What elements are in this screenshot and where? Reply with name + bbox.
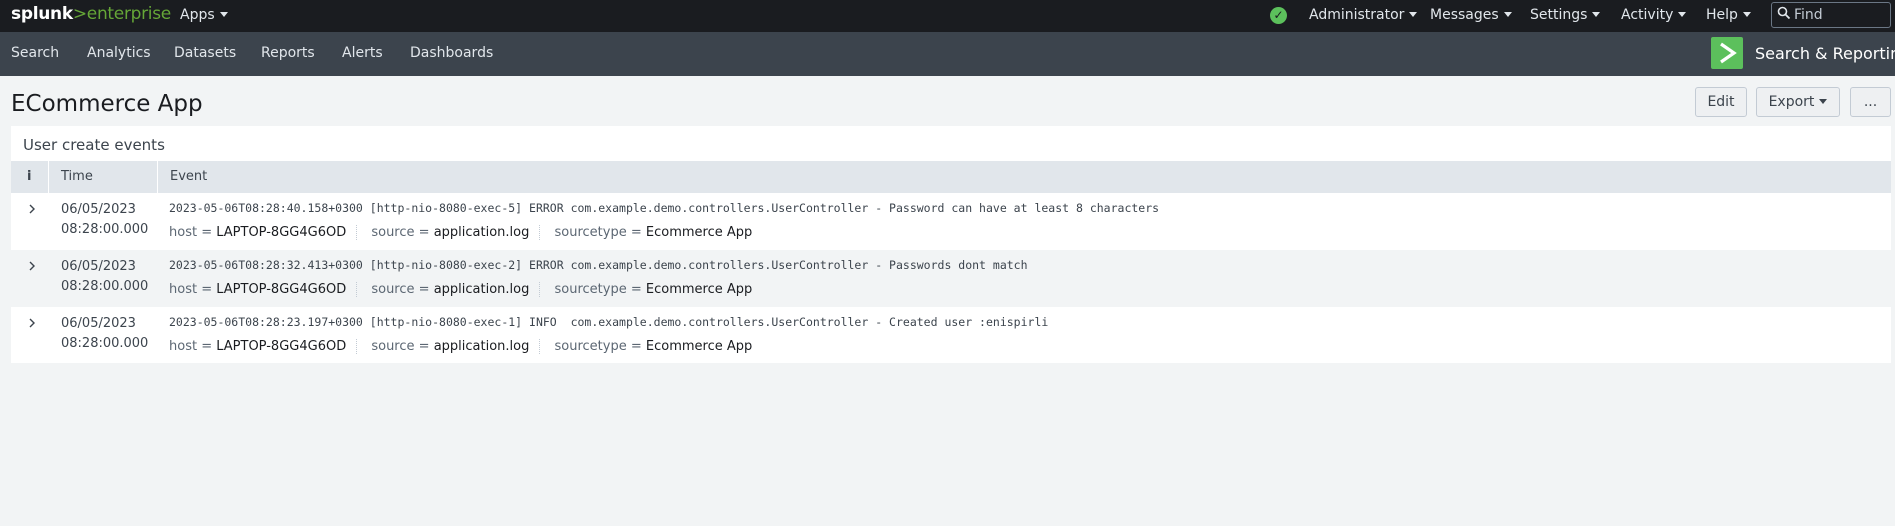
- nav-analytics[interactable]: Analytics: [87, 45, 151, 61]
- logo-brand: splunk: [11, 4, 73, 24]
- app-icon[interactable]: [1711, 37, 1743, 69]
- event-date: 06/05/2023: [61, 259, 136, 274]
- column-divider: [48, 161, 49, 193]
- splunk-logo[interactable]: splunk>enterprise: [11, 4, 171, 24]
- info-column-header: i: [27, 169, 32, 184]
- event-clock: 08:28:00.000: [61, 279, 149, 294]
- event-fields: host = LAPTOP-8GG4G6OD source = applicat…: [169, 225, 772, 240]
- sourcetype-field-label: sourcetype =: [554, 282, 642, 297]
- host-field-label: host =: [169, 282, 213, 297]
- sourcetype-field: sourcetype = Ecommerce App: [555, 225, 763, 240]
- apps-menu-label: Apps: [180, 7, 215, 23]
- host-field-label: host =: [169, 225, 213, 240]
- table-row: 06/05/2023 08:28:00.000 2023-05-06T08:28:…: [11, 307, 1891, 364]
- activity-menu[interactable]: Activity: [1621, 7, 1687, 23]
- source-field-value[interactable]: application.log: [434, 282, 530, 297]
- nav-dashboards[interactable]: Dashboards: [410, 45, 493, 61]
- source-field-label: source =: [371, 282, 430, 297]
- health-status-icon[interactable]: ✓: [1270, 7, 1287, 24]
- nav-datasets[interactable]: Datasets: [174, 45, 236, 61]
- table-row: 06/05/2023 08:28:00.000 2023-05-06T08:28:…: [11, 250, 1891, 307]
- search-icon: [1777, 6, 1791, 20]
- event-fields: host = LAPTOP-8GG4G6OD source = applicat…: [169, 339, 772, 354]
- administrator-menu[interactable]: Administrator: [1309, 7, 1418, 23]
- administrator-menu-label: Administrator: [1309, 7, 1405, 23]
- sourcetype-field-value[interactable]: Ecommerce App: [646, 282, 752, 297]
- chevron-down-icon: [1742, 12, 1751, 17]
- more-actions-button[interactable]: ...: [1850, 87, 1891, 117]
- nav-search[interactable]: Search: [11, 45, 59, 61]
- app-bar: Search Analytics Datasets Reports Alerts…: [0, 32, 1895, 76]
- event-clock: 08:28:00.000: [61, 222, 149, 237]
- source-field-label: source =: [371, 225, 430, 240]
- panel-title: User create events: [23, 136, 165, 154]
- activity-menu-label: Activity: [1621, 7, 1674, 23]
- event-raw-text: 2023-05-06T08:28:23.197+0300 [http-nio-8…: [169, 315, 1049, 329]
- sourcetype-field-value[interactable]: Ecommerce App: [646, 339, 752, 354]
- chevron-down-icon: [1819, 99, 1828, 104]
- expand-row-icon[interactable]: [27, 260, 37, 276]
- nav-alerts[interactable]: Alerts: [342, 45, 383, 61]
- chevron-down-icon: [219, 12, 228, 17]
- events-panel: User create events i Time Event 06/05/20…: [11, 126, 1891, 363]
- host-field: host = LAPTOP-8GG4G6OD: [169, 339, 358, 354]
- host-field: host = LAPTOP-8GG4G6OD: [169, 225, 358, 240]
- host-field-value[interactable]: LAPTOP-8GG4G6OD: [216, 225, 346, 240]
- column-divider: [157, 161, 158, 193]
- event-clock: 08:28:00.000: [61, 336, 149, 351]
- find-box[interactable]: [1771, 2, 1891, 28]
- sourcetype-field-value[interactable]: Ecommerce App: [646, 225, 752, 240]
- chevron-right-icon: [1720, 42, 1737, 64]
- sourcetype-field: sourcetype = Ecommerce App: [555, 282, 763, 297]
- sourcetype-field-label: sourcetype =: [554, 339, 642, 354]
- top-bar: splunk>enterprise Apps ✓ Administrator M…: [0, 0, 1895, 32]
- edit-button[interactable]: Edit: [1695, 87, 1747, 117]
- help-menu-label: Help: [1706, 7, 1738, 23]
- chevron-down-icon: [1592, 12, 1601, 17]
- host-field-label: host =: [169, 339, 213, 354]
- table-header: i Time Event: [11, 161, 1891, 193]
- expand-row-icon[interactable]: [27, 317, 37, 333]
- app-title[interactable]: Search & Reporting: [1755, 44, 1895, 63]
- messages-menu[interactable]: Messages: [1430, 7, 1512, 23]
- event-time[interactable]: 06/05/2023 08:28:00.000: [61, 314, 148, 354]
- host-field-value[interactable]: LAPTOP-8GG4G6OD: [216, 339, 346, 354]
- chevron-down-icon: [1503, 12, 1512, 17]
- table-row: 06/05/2023 08:28:00.000 2023-05-06T08:28:…: [11, 193, 1891, 250]
- source-field-value[interactable]: application.log: [434, 339, 530, 354]
- source-field-value[interactable]: application.log: [434, 225, 530, 240]
- source-field: source = application.log: [371, 339, 541, 354]
- logo-separator: >: [72, 4, 87, 24]
- find-input[interactable]: [1794, 5, 1886, 25]
- expand-row-icon[interactable]: [27, 203, 37, 219]
- settings-menu-label: Settings: [1530, 7, 1588, 23]
- host-field: host = LAPTOP-8GG4G6OD: [169, 282, 358, 297]
- sourcetype-field-label: sourcetype =: [554, 225, 642, 240]
- event-raw-text: 2023-05-06T08:28:40.158+0300 [http-nio-8…: [169, 201, 1160, 215]
- event-column-header: Event: [170, 169, 208, 184]
- export-button[interactable]: Export: [1756, 87, 1840, 117]
- time-column-header[interactable]: Time: [61, 161, 93, 193]
- event-raw-text: 2023-05-06T08:28:32.413+0300 [http-nio-8…: [169, 258, 1028, 272]
- export-button-label: Export: [1768, 94, 1815, 110]
- source-field-label: source =: [371, 339, 430, 354]
- chevron-down-icon: [1409, 12, 1418, 17]
- sourcetype-field: sourcetype = Ecommerce App: [555, 339, 763, 354]
- source-field: source = application.log: [371, 282, 541, 297]
- help-menu[interactable]: Help: [1706, 7, 1751, 23]
- event-fields: host = LAPTOP-8GG4G6OD source = applicat…: [169, 282, 772, 297]
- nav-reports[interactable]: Reports: [261, 45, 315, 61]
- page-title: ECommerce App: [11, 91, 203, 117]
- messages-menu-label: Messages: [1430, 7, 1499, 23]
- source-field: source = application.log: [371, 225, 541, 240]
- chevron-down-icon: [1678, 12, 1687, 17]
- event-time[interactable]: 06/05/2023 08:28:00.000: [61, 200, 148, 240]
- apps-menu[interactable]: Apps: [180, 7, 228, 23]
- event-date: 06/05/2023: [61, 316, 136, 331]
- event-time[interactable]: 06/05/2023 08:28:00.000: [61, 257, 148, 297]
- host-field-value[interactable]: LAPTOP-8GG4G6OD: [216, 282, 346, 297]
- logo-product: enterprise: [86, 4, 171, 24]
- settings-menu[interactable]: Settings: [1530, 7, 1601, 23]
- event-date: 06/05/2023: [61, 202, 136, 217]
